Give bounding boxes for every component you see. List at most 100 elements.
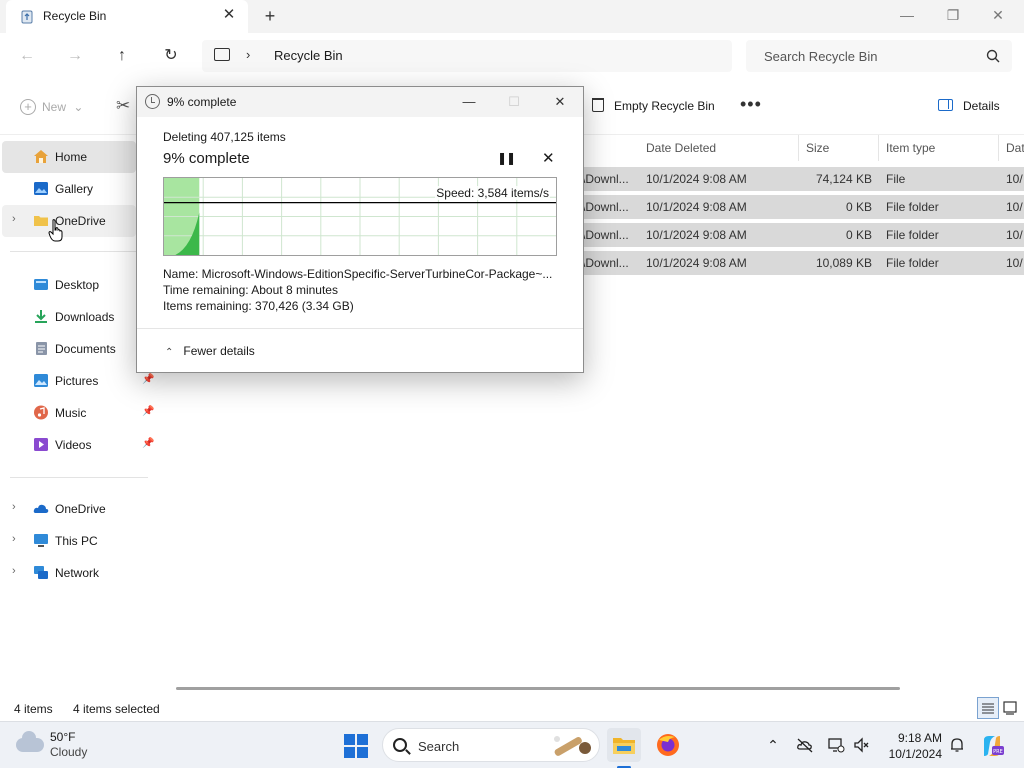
table-row[interactable]: \Downl... 10/1/2024 9:08 AM 74,124 KB Fi… — [580, 167, 1024, 191]
details-pane-button[interactable]: Details — [938, 99, 1000, 113]
cell-origin: \Downl... — [582, 256, 629, 270]
pin-icon[interactable]: 📌 — [142, 374, 154, 385]
pin-icon[interactable]: 📌 — [142, 406, 154, 417]
pin-icon[interactable]: 📌 — [142, 438, 154, 449]
sidebar-item-this-pc[interactable]: › This PC — [2, 525, 136, 557]
cell-item-type: File folder — [886, 256, 939, 270]
weather-temperature: 50°F — [50, 730, 76, 744]
horizontal-scrollbar[interactable] — [176, 687, 900, 690]
divider — [137, 328, 583, 329]
fewer-details-button[interactable]: ⌃ Fewer details — [165, 344, 255, 358]
speaker-muted-icon[interactable] — [853, 736, 871, 754]
empty-recycle-bin-button[interactable]: Empty Recycle Bin — [592, 98, 715, 113]
column-separator[interactable] — [998, 135, 999, 161]
cell-date-deleted: 10/1/2024 9:08 AM — [646, 256, 747, 270]
column-separator[interactable] — [878, 135, 879, 161]
sidebar-item-label: Downloads — [55, 310, 115, 324]
column-date[interactable]: Dat — [1006, 141, 1024, 155]
column-size[interactable]: Size — [806, 141, 829, 155]
forward-button[interactable]: → — [63, 44, 87, 68]
svg-text:PRE: PRE — [993, 749, 1003, 755]
table-row[interactable]: \Downl... 10/1/2024 9:08 AM 0 KB File fo… — [580, 223, 1024, 247]
hand-cursor-icon — [48, 219, 63, 242]
delete-progress-dialog: 9% complete — ☐ ✕ Deleting 407,125 items… — [136, 86, 584, 373]
refresh-button[interactable]: ↻ — [159, 44, 183, 68]
item-count: 4 items — [14, 702, 53, 716]
table-row[interactable]: \Downl... 10/1/2024 9:08 AM 0 KB File fo… — [580, 195, 1024, 219]
cell-size: 74,124 KB — [815, 172, 872, 186]
sidebar-item-home[interactable]: Home — [2, 141, 136, 173]
new-button[interactable]: + New ⌄ — [20, 99, 83, 115]
cell-date: 10/ — [1006, 256, 1023, 270]
sidebar-item-documents[interactable]: Documents — [2, 333, 136, 365]
column-headers: Date Deleted Size Item type Dat — [580, 135, 1024, 161]
table-row[interactable]: \Downl... 10/1/2024 9:08 AM 10,089 KB Fi… — [580, 251, 1024, 275]
speed-readout: Speed: 3,584 items/s — [435, 186, 550, 200]
taskbar-search[interactable]: Search — [382, 728, 600, 762]
sidebar-item-videos[interactable]: Videos 📌 — [2, 429, 154, 461]
large-icons-view-button[interactable] — [999, 697, 1021, 719]
sidebar-item-downloads[interactable]: Downloads — [2, 301, 136, 333]
file-explorer-taskbar-button[interactable] — [607, 728, 641, 762]
sidebar-item-desktop[interactable]: Desktop — [2, 269, 136, 301]
details-view-button[interactable] — [977, 697, 999, 719]
cell-item-type: File — [886, 172, 906, 186]
music-icon — [34, 405, 48, 420]
documents-icon — [36, 342, 47, 355]
sidebar-item-pictures[interactable]: Pictures 📌 — [2, 365, 154, 397]
breadcrumb-chevron-icon[interactable]: › — [246, 47, 250, 62]
show-hidden-icons-button[interactable]: ⌃ — [764, 736, 782, 754]
cancel-button[interactable]: ✕ — [542, 149, 555, 167]
tab-recycle-bin[interactable]: Recycle Bin ✕ — [6, 0, 248, 33]
recycle-bin-icon — [21, 10, 33, 24]
column-item-type[interactable]: Item type — [886, 141, 935, 155]
back-button[interactable]: ← — [15, 44, 39, 68]
expand-icon[interactable]: › — [12, 501, 16, 513]
firefox-taskbar-button[interactable] — [651, 728, 685, 762]
sidebar-item-music[interactable]: Music 📌 — [2, 397, 154, 429]
new-tab-button[interactable]: + — [260, 6, 280, 26]
expand-icon[interactable]: › — [12, 213, 16, 225]
sidebar-item-onedrive[interactable]: › OneDrive — [2, 493, 136, 525]
minimize-button[interactable]: — — [893, 4, 921, 26]
start-button[interactable] — [344, 734, 368, 758]
empty-recycle-bin-label: Empty Recycle Bin — [614, 99, 715, 113]
breadcrumb-recycle-bin[interactable]: Recycle Bin — [274, 48, 343, 63]
notification-bell-icon[interactable] — [948, 736, 966, 754]
sidebar-item-network[interactable]: › Network — [2, 557, 136, 589]
system-clock[interactable]: 9:18 AM 10/1/2024 — [880, 730, 942, 762]
expand-icon[interactable]: › — [12, 565, 16, 577]
search-box[interactable]: Search Recycle Bin — [746, 40, 1012, 72]
sidebar-item-onedrive-folder[interactable]: › OneDrive — [2, 205, 136, 237]
cell-origin: \Downl... — [582, 200, 629, 214]
this-pc-icon — [34, 534, 48, 547]
taskbar: 50°F Cloudy Search ⌃ 9:18 AM 10/1/2024 P… — [0, 721, 1024, 768]
more-options-icon[interactable]: ••• — [740, 94, 762, 115]
sidebar-item-label: Videos — [55, 438, 92, 452]
sidebar-item-label: Network — [55, 566, 100, 580]
time-remaining: Time remaining: About 8 minutes — [163, 283, 338, 297]
selected-count: 4 items selected — [73, 702, 160, 716]
pause-button[interactable]: ❚❚ — [497, 151, 516, 165]
onedrive-status-icon[interactable] — [796, 736, 814, 754]
cut-icon[interactable]: ✂ — [116, 96, 130, 116]
tab-close-icon[interactable]: ✕ — [220, 6, 238, 24]
search-input[interactable]: Search Recycle Bin — [764, 49, 877, 64]
cell-origin: \Downl... — [582, 172, 629, 186]
tab-title: Recycle Bin — [43, 9, 107, 23]
copilot-icon[interactable]: PRE — [980, 734, 1004, 758]
address-bar[interactable]: › Recycle Bin — [202, 40, 732, 72]
clock-icon — [145, 94, 160, 109]
sidebar-item-label: Desktop — [55, 278, 100, 292]
close-button[interactable]: ✕ — [984, 4, 1012, 26]
restore-button[interactable]: ❐ — [939, 4, 967, 26]
column-separator[interactable] — [798, 135, 799, 161]
column-date-deleted[interactable]: Date Deleted — [646, 141, 716, 155]
expand-icon[interactable]: › — [12, 533, 16, 545]
dialog-title-bar[interactable]: 9% complete — ☐ ✕ — [137, 87, 583, 117]
sidebar-item-gallery[interactable]: Gallery — [2, 173, 136, 205]
dialog-minimize-button[interactable]: — — [455, 91, 483, 113]
dialog-close-button[interactable]: ✕ — [546, 91, 574, 113]
network-status-icon[interactable] — [827, 736, 845, 754]
up-button[interactable]: ↑ — [110, 44, 134, 68]
